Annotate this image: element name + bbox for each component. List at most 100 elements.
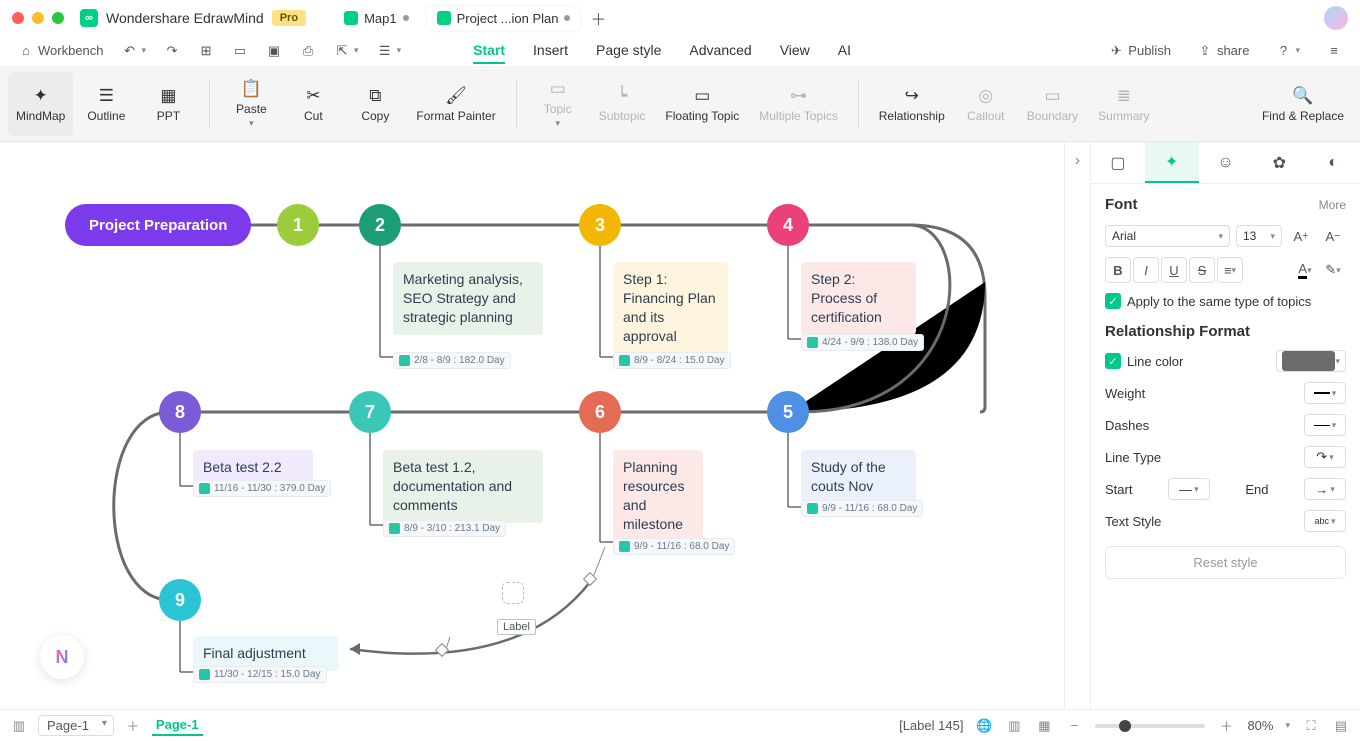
node-9[interactable]: 9 [159,579,201,621]
relationship-label[interactable]: Label [497,619,536,635]
file-tab-project-plan[interactable]: Project ...ion Plan [427,7,581,30]
redo-button[interactable]: ↷ [158,41,186,61]
text-style-dropdown[interactable]: abc▾ [1304,510,1346,532]
mindmap-mode-button[interactable]: ✦MindMap [8,72,73,136]
menu-insert[interactable]: Insert [533,38,568,64]
menu-button[interactable]: ≡ [1320,41,1348,61]
add-page-button[interactable]: ＋ [124,717,142,735]
panel-tab-shape[interactable]: ▢ [1091,142,1145,183]
save-button[interactable]: ▣ [260,41,288,61]
close-window-icon[interactable] [12,12,24,24]
panel-tab-history[interactable]: ◐ [1306,142,1360,183]
node-3[interactable]: 3 [579,204,621,246]
maximize-window-icon[interactable] [52,12,64,24]
pages-panel-button[interactable]: ▥ [10,717,28,735]
undo-button[interactable]: ↶▾ [116,41,153,61]
zoom-in-button[interactable]: ＋ [1217,717,1235,735]
node-7[interactable]: 7 [349,391,391,433]
help-button[interactable]: ?▾ [1269,41,1306,61]
print-button[interactable]: ⎙ [294,41,322,61]
end-label: End [1245,482,1268,497]
line-color-dropdown[interactable]: ▾ [1276,350,1346,372]
publish-button[interactable]: ✈Publish [1102,41,1177,61]
workbench-button[interactable]: ⌂ Workbench [12,41,110,61]
page-select-dropdown[interactable]: Page-1 [38,715,114,736]
floating-topic-button[interactable]: ▭Floating Topic [657,72,747,136]
list-button[interactable]: ☰▾ [371,41,408,61]
node-8[interactable]: 8 [159,391,201,433]
find-replace-button[interactable]: 🔍Find & Replace [1254,72,1352,136]
font-size-dropdown[interactable]: 13▾ [1236,225,1282,247]
canvas[interactable]: Project Preparation 1 2 3 4 5 6 7 8 9 Ma… [0,142,1064,709]
cut-button[interactable]: ✂Cut [284,72,342,136]
menu-advanced[interactable]: Advanced [689,38,751,64]
apply-same-type-checkbox[interactable]: ✓ Apply to the same type of topics [1105,293,1346,309]
fullscreen-icon[interactable]: ⛶ [1302,717,1320,735]
font-increase-button[interactable]: A+ [1288,223,1314,249]
help-icon: ? [1275,43,1291,59]
note-5[interactable]: Study of the couts Nov [801,450,916,504]
collapse-panel-button[interactable]: › [1064,142,1090,709]
globe-icon[interactable]: 🌐 [975,717,993,735]
note-6[interactable]: Planning resources and milestone [613,450,703,542]
node-1[interactable]: 1 [277,204,319,246]
share-button[interactable]: ⇪share [1191,41,1256,61]
paste-button[interactable]: 📋Paste▾ [222,72,280,136]
export-button[interactable]: ⇱▾ [328,41,365,61]
panel-tab-theme[interactable]: ✿ [1252,142,1306,183]
app-title: Wondershare EdrawMind [106,10,264,26]
panel-tab-style[interactable]: ✦ [1145,142,1199,183]
node-4[interactable]: 4 [767,204,809,246]
check-icon: ✓ [1105,353,1121,369]
format-painter-button[interactable]: 🖌Format Painter [408,72,503,136]
node-5[interactable]: 5 [767,391,809,433]
font-decrease-button[interactable]: A− [1320,223,1346,249]
outline-mode-button[interactable]: ☰Outline [77,72,135,136]
align-button[interactable]: ≡▾ [1217,257,1243,283]
node-6[interactable]: 6 [579,391,621,433]
dashes-dropdown[interactable]: ▾ [1304,414,1346,436]
note-2[interactable]: Marketing analysis, SEO Strategy and str… [393,262,543,335]
highlight-button[interactable]: ✎▾ [1320,257,1346,283]
ppt-mode-button[interactable]: ▦PPT [139,72,197,136]
collapse-statusbar-icon[interactable]: ▤ [1332,717,1350,735]
strike-button[interactable]: S [1189,257,1215,283]
menu-page-style[interactable]: Page style [596,38,661,64]
zoom-slider[interactable] [1095,724,1205,728]
arrow-end-dropdown[interactable]: →▾ [1304,478,1346,500]
weight-dropdown[interactable]: ▾ [1304,382,1346,404]
menu-ai[interactable]: AI [838,38,851,64]
menu-start[interactable]: Start [473,38,505,64]
bold-button[interactable]: B [1105,257,1131,283]
mindmap-icon: ✦ [30,85,52,107]
relationship-button[interactable]: ↪Relationship [871,72,953,136]
zoom-out-button[interactable]: − [1065,717,1083,735]
fit-view-icon[interactable]: ▦ [1035,717,1053,735]
active-page-tab[interactable]: Page-1 [152,715,203,736]
font-color-button[interactable]: A▾ [1292,257,1318,283]
split-view-icon[interactable]: ▥ [1005,717,1023,735]
reset-style-button[interactable]: Reset style [1105,546,1346,579]
open-file-button[interactable]: ▭ [226,41,254,61]
line-type-dropdown[interactable]: ↷▾ [1304,446,1346,468]
arrow-start-dropdown[interactable]: —▾ [1168,478,1210,500]
italic-button[interactable]: I [1133,257,1159,283]
panel-tab-icon[interactable]: ☺ [1199,142,1253,183]
font-family-dropdown[interactable]: Arial▾ [1105,225,1230,247]
new-file-icon: ⊞ [198,43,214,59]
new-file-button[interactable]: ⊞ [192,41,220,61]
minimize-window-icon[interactable] [32,12,44,24]
panel-tabs: ▢ ✦ ☺ ✿ ◐ [1091,142,1360,184]
node-2[interactable]: 2 [359,204,401,246]
menu-view[interactable]: View [780,38,810,64]
root-node[interactable]: Project Preparation [65,204,251,246]
note-7[interactable]: Beta test 1.2, documentation and comment… [383,450,543,523]
underline-button[interactable]: U [1161,257,1187,283]
file-tab-map1[interactable]: Map1 [334,7,419,30]
copy-button[interactable]: ⧉Copy [346,72,404,136]
note-4[interactable]: Step 2: Process of certification [801,262,916,335]
avatar[interactable] [1324,6,1348,30]
font-more-button[interactable]: More [1319,198,1346,212]
new-tab-button[interactable]: ＋ [588,8,608,28]
note-3[interactable]: Step 1: Financing Plan and its approval [613,262,728,354]
